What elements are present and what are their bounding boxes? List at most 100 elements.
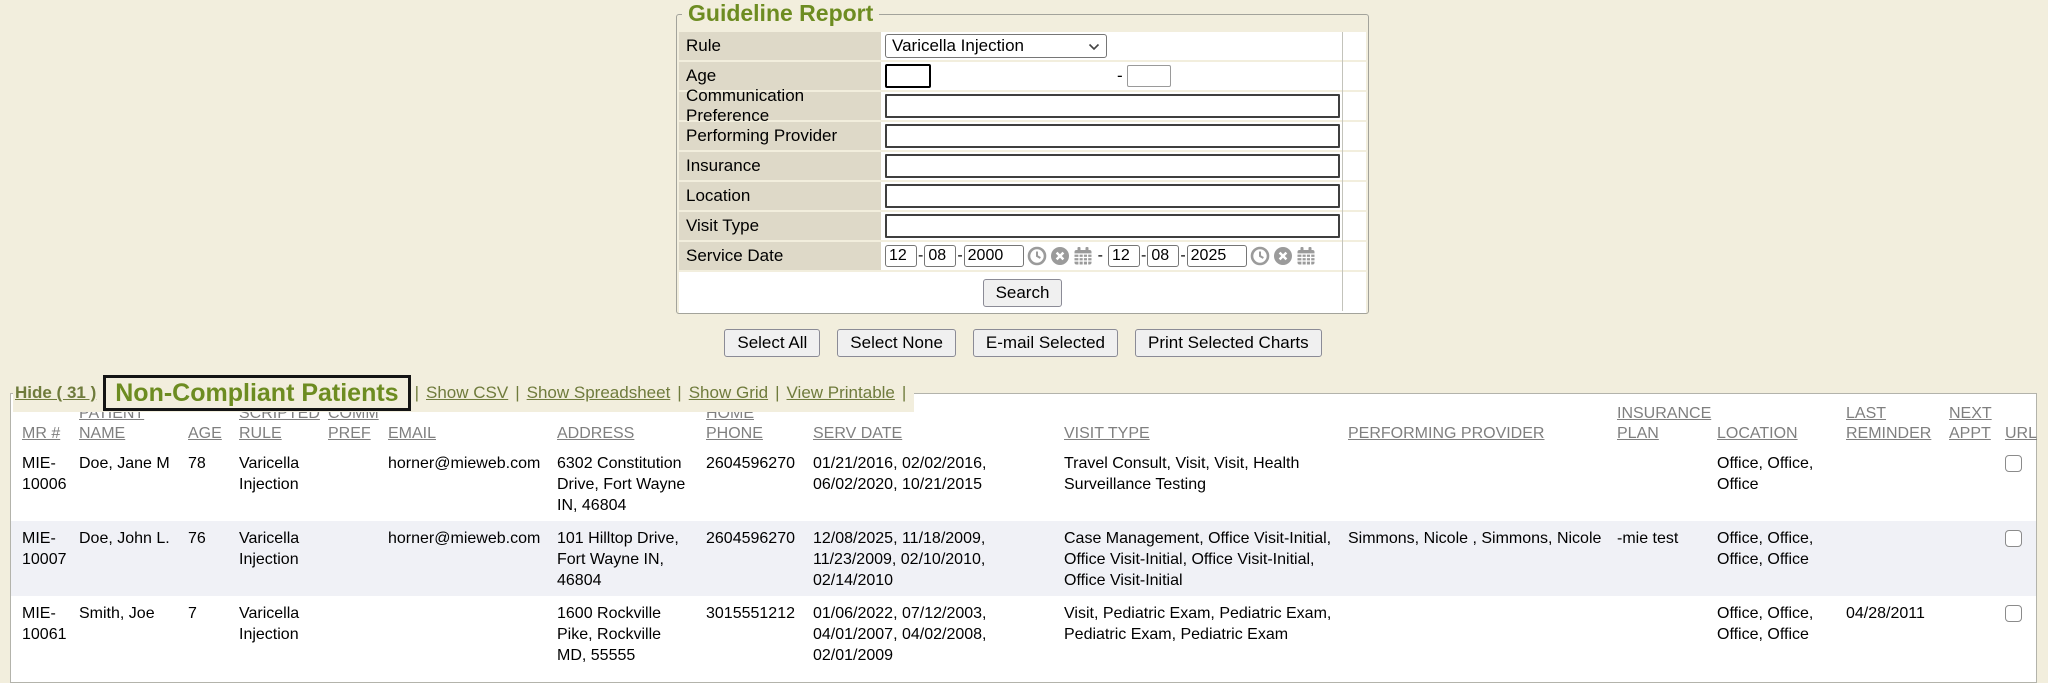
form-rows: Rule Varicella Injection Age - Communica… bbox=[679, 32, 1366, 313]
communication-preference-field bbox=[881, 92, 1366, 120]
cell-url bbox=[2005, 446, 2036, 521]
cell-next-appt bbox=[1949, 521, 2005, 596]
service-date-from-day-input[interactable] bbox=[924, 245, 956, 267]
rule-select[interactable]: Varicella Injection bbox=[885, 34, 1107, 58]
link-separator: | bbox=[902, 383, 906, 403]
cell-serv-dates: 01/06/2022, 07/12/2003, 04/01/2007, 04/0… bbox=[813, 596, 1064, 671]
guideline-report-panel: Guideline Report Rule Varicella Injectio… bbox=[676, 14, 1369, 314]
date-separator: - bbox=[1180, 247, 1185, 265]
location-input[interactable] bbox=[885, 184, 1340, 208]
column-header-performing-provider[interactable]: PERFORMING PROVIDER bbox=[1348, 404, 1617, 446]
table-row: MIE-10007 Doe, John L. 76 Varicella Inje… bbox=[11, 521, 2036, 596]
print-selected-charts-button[interactable]: Print Selected Charts bbox=[1135, 329, 1322, 357]
calendar-icon[interactable] bbox=[1073, 246, 1093, 266]
performing-provider-label: Performing Provider bbox=[679, 122, 881, 150]
service-date-from-month-input[interactable] bbox=[885, 245, 917, 267]
select-none-button[interactable]: Select None bbox=[837, 329, 956, 357]
performing-provider-input[interactable] bbox=[885, 124, 1340, 148]
service-date-to-month-input[interactable] bbox=[1108, 245, 1140, 267]
date-separator: - bbox=[1141, 247, 1146, 265]
location-label: Location bbox=[679, 182, 881, 210]
email-selected-button[interactable]: E-mail Selected bbox=[973, 329, 1118, 357]
cell-last-reminder bbox=[1846, 521, 1949, 596]
cell-provider bbox=[1348, 596, 1617, 671]
cell-insurance: -mie test bbox=[1617, 521, 1717, 596]
column-header-last-reminder[interactable]: LAST REMINDER bbox=[1846, 404, 1949, 446]
visit-type-label: Visit Type bbox=[679, 212, 881, 240]
non-compliant-patients-panel: Hide ( 31 ) Non-Compliant Patients | Sho… bbox=[10, 393, 2037, 683]
cell-age: 7 bbox=[188, 596, 239, 671]
cell-rule: Varicella Injection bbox=[239, 521, 328, 596]
chevron-down-icon bbox=[1088, 36, 1100, 56]
cell-comm-pref bbox=[328, 446, 388, 521]
cell-name: Smith, Joe bbox=[79, 596, 188, 671]
age-from-input[interactable] bbox=[885, 64, 931, 88]
show-grid-link[interactable]: Show Grid bbox=[689, 383, 768, 403]
cell-provider: Simmons, Nicole , Simmons, Nicole bbox=[1348, 521, 1617, 596]
cell-last-reminder bbox=[1846, 446, 1949, 521]
patients-table: MR # PATIENT NAME AGE SCRIPTED RULE COMM… bbox=[11, 404, 2036, 671]
performing-provider-row: Performing Provider bbox=[679, 122, 1366, 150]
clear-date-icon[interactable] bbox=[1273, 246, 1293, 266]
age-to-input[interactable] bbox=[1127, 65, 1171, 87]
show-spreadsheet-link[interactable]: Show Spreadsheet bbox=[527, 383, 671, 403]
cell-phone: 2604596270 bbox=[706, 446, 813, 521]
cell-address: 101 Hilltop Drive, Fort Wayne IN, 46804 bbox=[557, 521, 706, 596]
insurance-input[interactable] bbox=[885, 154, 1340, 178]
cell-mr: MIE-10006 bbox=[11, 446, 79, 521]
rule-row: Rule Varicella Injection bbox=[679, 32, 1366, 60]
column-header-location[interactable]: LOCATION bbox=[1717, 404, 1846, 446]
link-separator: | bbox=[775, 383, 779, 403]
insurance-field bbox=[881, 152, 1366, 180]
cell-provider bbox=[1348, 446, 1617, 521]
cell-comm-pref bbox=[328, 521, 388, 596]
row-select-checkbox[interactable] bbox=[2005, 530, 2022, 547]
column-header-next-appt[interactable]: NEXT APPT bbox=[1949, 404, 2005, 446]
insurance-row: Insurance bbox=[679, 152, 1366, 180]
visit-type-row: Visit Type bbox=[679, 212, 1366, 240]
cell-insurance bbox=[1617, 596, 1717, 671]
performing-provider-field bbox=[881, 122, 1366, 150]
age-range-separator: - bbox=[1117, 66, 1123, 86]
cell-mr: MIE-10007 bbox=[11, 521, 79, 596]
panel-title: Guideline Report bbox=[682, 0, 879, 27]
cell-address: 6302 Constitution Drive, Fort Wayne IN, … bbox=[557, 446, 706, 521]
cell-url bbox=[2005, 596, 2036, 671]
cell-next-appt bbox=[1949, 596, 2005, 671]
report-header: Hide ( 31 ) Non-Compliant Patients | Sho… bbox=[13, 374, 914, 412]
service-date-from-year-input[interactable] bbox=[964, 245, 1024, 267]
location-row: Location bbox=[679, 182, 1366, 210]
cell-serv-dates: 01/21/2016, 02/02/2016, 06/02/2020, 10/2… bbox=[813, 446, 1064, 521]
panel-divider bbox=[1342, 32, 1343, 311]
row-select-checkbox[interactable] bbox=[2005, 605, 2022, 622]
cell-location: Office, Office, Office, Office bbox=[1717, 596, 1846, 671]
view-printable-link[interactable]: View Printable bbox=[787, 383, 895, 403]
service-date-to-day-input[interactable] bbox=[1147, 245, 1179, 267]
visit-type-input[interactable] bbox=[885, 214, 1340, 238]
cell-visit-types: Travel Consult, Visit, Visit, Health Sur… bbox=[1064, 446, 1348, 521]
rule-select-value: Varicella Injection bbox=[892, 36, 1088, 56]
search-row: Search bbox=[679, 272, 1366, 313]
cell-url bbox=[2005, 521, 2036, 596]
column-header-url[interactable]: URL bbox=[2005, 404, 2036, 446]
cell-email: horner@mieweb.com bbox=[388, 521, 557, 596]
rule-field: Varicella Injection bbox=[881, 32, 1366, 60]
cell-phone: 2604596270 bbox=[706, 521, 813, 596]
show-csv-link[interactable]: Show CSV bbox=[426, 383, 508, 403]
clear-date-icon[interactable] bbox=[1050, 246, 1070, 266]
service-date-row: Service Date - - - - bbox=[679, 242, 1366, 270]
clock-icon[interactable] bbox=[1250, 246, 1270, 266]
cell-next-appt bbox=[1949, 446, 2005, 521]
search-button[interactable]: Search bbox=[983, 279, 1063, 307]
table-row: MIE-10006 Doe, Jane M 78 Varicella Injec… bbox=[11, 446, 2036, 521]
service-date-to-year-input[interactable] bbox=[1187, 245, 1247, 267]
communication-preference-input[interactable] bbox=[885, 94, 1340, 118]
hide-results-link[interactable]: Hide ( 31 ) bbox=[15, 383, 96, 403]
row-select-checkbox[interactable] bbox=[2005, 455, 2022, 472]
column-header-insurance-plan[interactable]: INSURANCE PLAN bbox=[1617, 404, 1717, 446]
select-all-button[interactable]: Select All bbox=[724, 329, 820, 357]
calendar-icon[interactable] bbox=[1296, 246, 1316, 266]
column-header-visit-type[interactable]: VISIT TYPE bbox=[1064, 404, 1348, 446]
clock-icon[interactable] bbox=[1027, 246, 1047, 266]
cell-serv-dates: 12/08/2025, 11/18/2009, 11/23/2009, 02/1… bbox=[813, 521, 1064, 596]
